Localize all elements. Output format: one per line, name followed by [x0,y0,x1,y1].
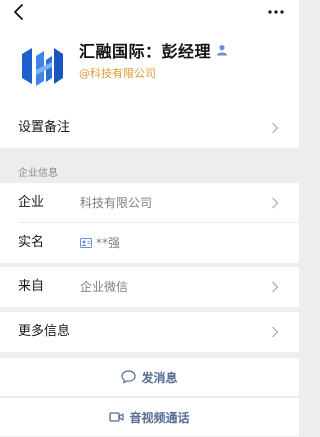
more-info-row[interactable]: 更多信息 [0,312,299,352]
id-card-icon [80,238,92,248]
enterprise-row[interactable]: 企业 科技有限公司 [0,183,299,223]
name-row: 汇融国际：彭经理 [79,40,228,61]
realname-label: 实名 [18,235,45,250]
send-message-label: 发消息 [141,370,178,385]
chevron-right-icon [272,281,279,293]
enterprise-section-title: 企业信息 [18,168,58,179]
more-info-label: 更多信息 [18,324,71,339]
profile-card: 汇融国际：彭经理 @科技有限公司 [0,26,299,108]
set-remark-row[interactable]: 设置备注 [0,108,299,148]
enterprise-section-header: 企业信息 [0,159,299,183]
source-label: 来自 [18,279,45,294]
source-row[interactable]: 来自 企业微信 [0,267,299,307]
send-message-button[interactable]: 发消息 [0,358,299,396]
av-call-label: 音视频通话 [129,410,190,425]
chat-bubble-icon [121,370,137,384]
enterprise-value: 科技有限公司 [80,196,153,210]
contact-name: 汇融国际：彭经理 [79,42,212,61]
company-tag: @科技有限公司 [79,67,156,80]
source-value: 企业微信 [80,280,129,294]
chevron-right-icon [272,326,279,338]
top-bar [0,0,299,26]
company-logo[interactable] [16,40,68,92]
chevron-right-icon [272,122,279,134]
realname-row: 实名 **强 [0,223,299,263]
person-icon [217,45,228,56]
set-remark-label: 设置备注 [18,120,71,135]
av-call-button[interactable]: 音视频通话 [0,398,299,436]
realname-value: **强 [96,236,121,250]
realname-value-group: **强 [80,223,120,263]
video-camera-icon [109,412,125,422]
enterprise-label: 企业 [18,195,45,210]
more-dots-icon[interactable] [267,5,285,19]
chevron-right-icon [272,197,279,209]
back-chevron-icon[interactable] [10,2,30,22]
contact-profile-screen: 汇融国际：彭经理 @科技有限公司 设置备注 企业信息 企业 科技有限公司 实名 [0,0,299,437]
